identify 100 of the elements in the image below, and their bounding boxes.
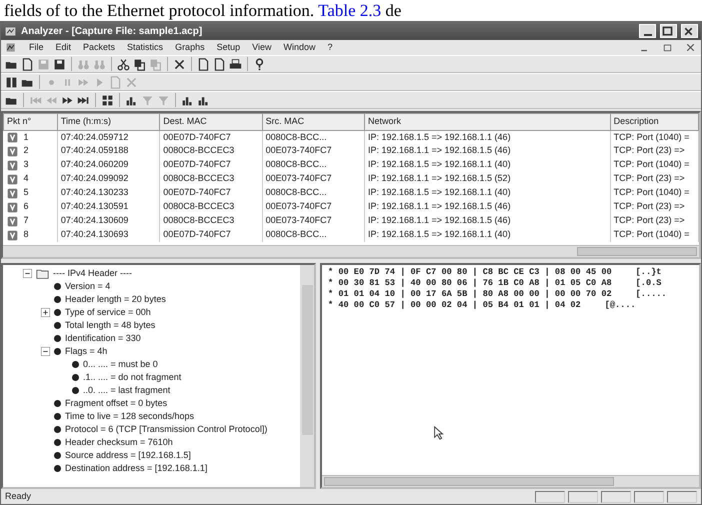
collapse-toggle[interactable] [41,347,50,356]
document-icon [5,41,18,54]
bullet-icon [72,387,79,394]
table-cell: TCP: Port (1040) = [610,158,698,172]
packet-icon [6,216,18,226]
table-cell: 07:40:24.130591 [57,200,160,214]
help-icon[interactable] [253,58,266,70]
cross-icon[interactable] [173,58,186,70]
bullet-icon [72,374,79,381]
table-cell: 0080C8-BCCEC3 [160,144,262,158]
table-cell: 00E073-740FC7 [262,144,364,158]
tree-item[interactable]: Type of service = 00h [65,306,151,320]
table-cell-text: 4 [24,172,29,186]
menu-item[interactable]: Graphs [174,40,206,54]
table-cell: 0080C8-BCC... [262,228,364,242]
column-header[interactable]: Src. MAC [262,114,364,130]
bullet-icon [72,361,79,368]
table-cell: 00E07D-740FC7 [160,228,262,242]
tree-item[interactable]: Fragment offset = 0 bytes [65,396,168,410]
horizontal-scrollbar[interactable] [322,475,699,487]
menu-item[interactable]: File [28,40,45,54]
ascii-text: [..... [636,289,667,300]
table-cell: 0080C8-BCCEC3 [160,172,262,186]
close-icon [682,25,695,38]
column-header[interactable]: Description [610,114,698,130]
collapse-toggle[interactable] [23,269,32,278]
column-header[interactable]: Dest. MAC [160,114,262,130]
bullet-icon [54,309,61,316]
hex-bytes: * 40 00 C0 57 | 00 00 02 04 | 05 B4 01 01 | 04 02 [328,300,581,311]
close-icon[interactable] [684,41,697,54]
table-cell: 07:40:24.130233 [57,186,160,200]
page-icon[interactable] [21,58,34,70]
menu-item[interactable]: Setup [216,40,242,54]
tree-item[interactable]: 0... .... = must be 0 [83,358,158,372]
mouse-cursor-icon [432,425,446,441]
menu-item[interactable]: Statistics [126,40,164,54]
packet-icon [6,146,18,156]
status-text: Ready [5,490,32,503]
tree-item[interactable]: Time to live = 128 seconds/hops [65,410,194,424]
tree-item[interactable]: ---- IPv4 Header ---- [53,266,132,280]
tree-item[interactable]: Total length = 48 bytes [65,318,156,332]
copy-icon[interactable] [133,58,146,70]
minimize-button[interactable] [639,24,656,38]
packet-icon [6,230,18,240]
table-cell-text: 6 [24,200,29,214]
table-cell: 07:40:24.059712 [57,130,160,144]
tree-item[interactable]: Header length = 20 bytes [65,292,166,306]
maximize-button[interactable] [660,24,677,38]
table-cell: IP: 192.168.1.5 => 192.168.1.1 (46) [364,130,610,144]
menu-item[interactable]: View [251,40,272,54]
scissors-icon[interactable] [117,58,130,70]
status-pane [601,490,631,502]
tree-item[interactable]: Identification = 330 [65,332,141,346]
table-cell: TCP: Port (1040) = [610,130,698,144]
ascii-text: [..}t [636,267,662,278]
horizontal-scrollbar[interactable] [3,245,699,257]
tree-item[interactable]: Version = 4 [65,280,110,294]
page-icon[interactable] [213,58,226,70]
bullet-icon [54,283,61,290]
column-header[interactable]: Pkt n° [4,114,58,130]
close-button[interactable] [681,24,698,38]
table-cell: 00E073-740FC7 [262,214,364,228]
tree-item[interactable]: ..0. .... = last fragment [83,384,170,398]
maximize-icon [661,25,674,38]
grid-icon[interactable] [101,94,114,106]
hex-bytes: * 00 30 81 53 | 40 00 80 06 | 76 1B C0 A8 | 01 05 C0 A8 [328,278,612,289]
table-cell: 0080C8-BCC... [262,158,364,172]
table-cell: 00E073-740FC7 [262,200,364,214]
table-cell: TCP: Port (1040) = [610,228,698,242]
tree-item[interactable]: Source address = [192.168.1.5] [65,448,191,462]
menu-item[interactable]: Packets [82,40,116,54]
hex-bytes: * 00 E0 7D 74 | 0F C7 00 80 | C8 BC CE C3 | 08 00 45 00 [328,267,612,278]
table-cell: TCP: Port (1040) = [610,186,698,200]
table-cell-text: 5 [24,186,29,200]
vertical-scrollbar[interactable] [300,265,314,487]
tree-item[interactable]: Header checksum = 7610h [65,436,173,450]
table-cell: 0080C8-BCCEC3 [160,200,262,214]
tree-item[interactable]: Destination address = [192.168.1.1] [65,462,208,476]
menu-item[interactable]: Edit [54,40,72,54]
bullet-icon [54,439,61,446]
expand-toggle[interactable] [41,308,50,317]
menu-item[interactable]: Window [282,40,316,54]
paragraph-text: de [384,1,402,20]
bullet-icon [54,426,61,433]
column-header[interactable]: Network [364,114,610,130]
tree-item[interactable]: Flags = 4h [65,344,108,358]
tree-item[interactable]: .1.. .... = do not fragment [83,370,182,384]
minimize-icon [644,34,652,36]
tree-item[interactable]: Protocol = 6 (TCP [Transmission Control Protocol]) [65,422,268,436]
table-link[interactable]: Table 2.3 [318,1,382,20]
column-header[interactable]: Time (h:m:s) [57,114,160,130]
printer-icon[interactable] [229,58,242,70]
table-cell: 0080C8-BCC... [262,186,364,200]
table-cell: IP: 192.168.1.1 => 192.168.1.5 (46) [364,144,610,158]
table-cell: TCP: Port (23) => [610,172,698,186]
table-cell: 00E07D-740FC7 [160,130,262,144]
menu-item[interactable]: ? [326,40,334,54]
packet-icon [6,188,18,198]
page-icon[interactable] [197,58,210,70]
table-cell-text: 3 [24,158,29,172]
